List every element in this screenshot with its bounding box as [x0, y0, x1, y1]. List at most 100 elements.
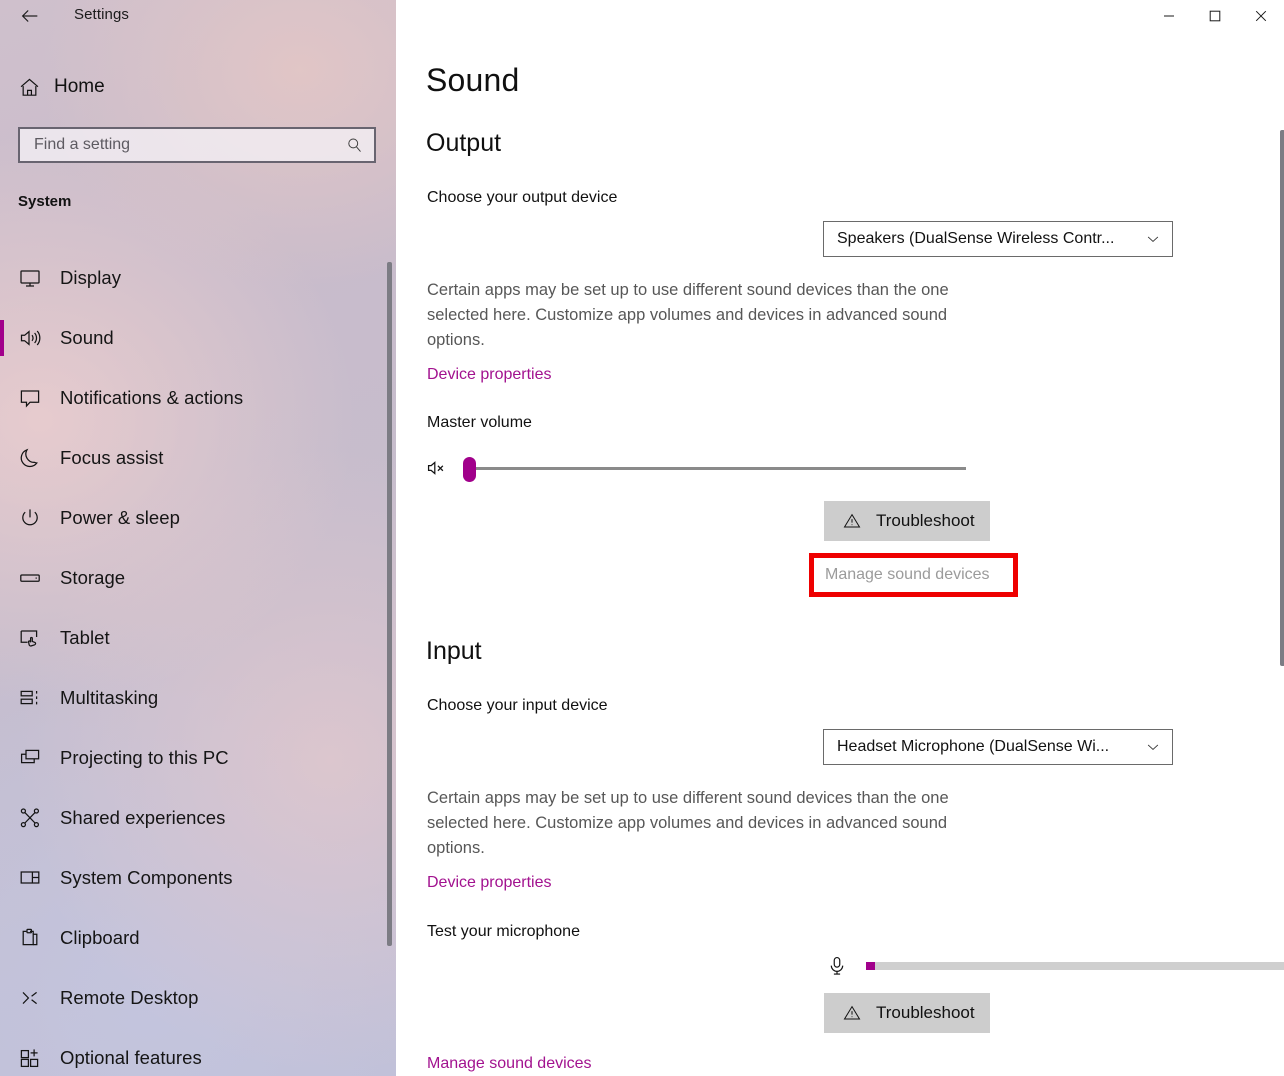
multitasking-icon [18, 686, 60, 710]
input-device-properties-link[interactable]: Device properties [427, 874, 552, 892]
sidebar-nav-list: Display Sound [0, 248, 396, 1076]
sidebar-item-label: System Components [60, 867, 233, 889]
output-section-heading: Output [426, 129, 501, 158]
mic-test-label: Test your microphone [427, 923, 580, 941]
input-description: Certain apps may be set up to use differ… [427, 786, 983, 861]
display-monitor-icon [18, 266, 60, 290]
window-controls [1146, 0, 1284, 32]
volume-slider-thumb[interactable] [463, 457, 476, 482]
volume-slider-track [470, 467, 966, 470]
mic-level-bar [858, 961, 1284, 971]
home-icon [18, 76, 54, 99]
mic-level-fill [866, 962, 875, 970]
sidebar-item-label: Tablet [60, 627, 110, 649]
sidebar-item-label: Clipboard [60, 927, 140, 949]
sidebar: Settings Home Find a setting System [0, 0, 396, 1076]
input-device-label: Choose your input device [427, 697, 608, 715]
settings-window: Settings Home Find a setting System [0, 0, 1284, 1076]
output-device-properties-link[interactable]: Device properties [427, 366, 552, 384]
sidebar-item-home[interactable]: Home [8, 68, 380, 106]
share-nodes-icon [18, 806, 60, 830]
sidebar-item-label: Projecting to this PC [60, 747, 229, 769]
output-device-label: Choose your output device [427, 189, 617, 207]
output-troubleshoot-button[interactable]: Troubleshoot [824, 501, 990, 541]
page-title: Sound [426, 62, 520, 99]
search-icon [345, 136, 364, 155]
sidebar-item-shared-experiences[interactable]: Shared experiences [0, 788, 396, 848]
input-device-value: Headset Microphone (DualSense Wi... [837, 738, 1138, 756]
sidebar-item-label: Multitasking [60, 687, 158, 709]
output-manage-sound-devices-label: Manage sound devices [825, 566, 990, 584]
sidebar-item-label: Storage [60, 567, 125, 589]
sidebar-item-label: Shared experiences [60, 807, 225, 829]
search-placeholder: Find a setting [34, 136, 345, 154]
home-label: Home [54, 76, 105, 98]
sidebar-item-focus-assist[interactable]: Focus assist [0, 428, 396, 488]
sidebar-item-remote-desktop[interactable]: Remote Desktop [0, 968, 396, 1028]
sidebar-item-multitasking[interactable]: Multitasking [0, 668, 396, 728]
sidebar-item-storage[interactable]: Storage [0, 548, 396, 608]
sidebar-item-optional-features[interactable]: Optional features [0, 1028, 396, 1076]
clipboard-icon [18, 926, 60, 950]
master-volume-slider[interactable] [426, 450, 966, 486]
warning-triangle-icon [842, 1003, 862, 1023]
tablet-touch-icon [18, 626, 60, 650]
output-device-dropdown[interactable]: Speakers (DualSense Wireless Contr... [823, 221, 1173, 257]
sidebar-group-title: System [18, 193, 71, 210]
maximize-icon [1209, 10, 1221, 22]
sidebar-item-sound[interactable]: Sound [0, 308, 396, 368]
close-icon [1255, 10, 1267, 22]
window-title: Settings [74, 6, 129, 23]
mic-level-track [866, 962, 1284, 970]
input-troubleshoot-button[interactable]: Troubleshoot [824, 993, 990, 1033]
storage-drive-icon [18, 566, 60, 590]
chevron-down-icon [1138, 738, 1162, 756]
sidebar-item-label: Optional features [60, 1047, 202, 1069]
mic-test-meter [826, 948, 1284, 984]
components-panel-icon [18, 866, 60, 890]
sidebar-item-label: Notifications & actions [60, 387, 243, 409]
chevron-down-icon [1138, 230, 1162, 248]
input-manage-sound-devices-link[interactable]: Manage sound devices [427, 1055, 592, 1073]
sidebar-item-label: Remote Desktop [60, 987, 198, 1009]
speaker-waves-icon [18, 326, 60, 350]
maximize-button[interactable] [1192, 0, 1238, 32]
sidebar-item-label: Power & sleep [60, 507, 180, 529]
sidebar-item-display[interactable]: Display [0, 248, 396, 308]
sidebar-item-label: Focus assist [60, 447, 163, 469]
sidebar-item-power-sleep[interactable]: Power & sleep [0, 488, 396, 548]
output-device-value: Speakers (DualSense Wireless Contr... [837, 230, 1138, 248]
input-troubleshoot-label: Troubleshoot [876, 1003, 975, 1023]
sidebar-scrollbar[interactable] [387, 262, 392, 946]
sidebar-item-notifications-actions[interactable]: Notifications & actions [0, 368, 396, 428]
microphone-icon [826, 955, 858, 977]
output-troubleshoot-label: Troubleshoot [876, 511, 975, 531]
sidebar-item-label: Display [60, 267, 121, 289]
volume-slider-track-area[interactable] [458, 451, 966, 485]
output-manage-sound-devices-link[interactable]: Manage sound devices [809, 553, 1018, 597]
crescent-moon-icon [18, 446, 60, 470]
speaker-mute-icon[interactable] [426, 457, 458, 479]
remote-desktop-icon [18, 986, 60, 1010]
content-scrollbar[interactable] [1280, 130, 1284, 666]
back-button[interactable] [8, 0, 52, 32]
output-description: Certain apps may be set up to use differ… [427, 278, 983, 353]
warning-triangle-icon [842, 511, 862, 531]
sidebar-item-tablet[interactable]: Tablet [0, 608, 396, 668]
close-button[interactable] [1238, 0, 1284, 32]
power-icon [18, 506, 60, 530]
master-volume-label: Master volume [427, 414, 532, 432]
minimize-button[interactable] [1146, 0, 1192, 32]
back-arrow-icon [19, 5, 41, 27]
notification-balloon-icon [18, 386, 60, 410]
input-device-dropdown[interactable]: Headset Microphone (DualSense Wi... [823, 729, 1173, 765]
sidebar-item-system-components[interactable]: System Components [0, 848, 396, 908]
project-screen-icon [18, 746, 60, 770]
minimize-icon [1163, 10, 1175, 22]
sidebar-item-projecting-to-this-pc[interactable]: Projecting to this PC [0, 728, 396, 788]
sidebar-item-label: Sound [60, 327, 114, 349]
search-input[interactable]: Find a setting [18, 127, 376, 163]
sidebar-item-clipboard[interactable]: Clipboard [0, 908, 396, 968]
optional-features-icon [18, 1046, 60, 1070]
main-content: Sound Output Choose your output device S… [396, 0, 1284, 1076]
